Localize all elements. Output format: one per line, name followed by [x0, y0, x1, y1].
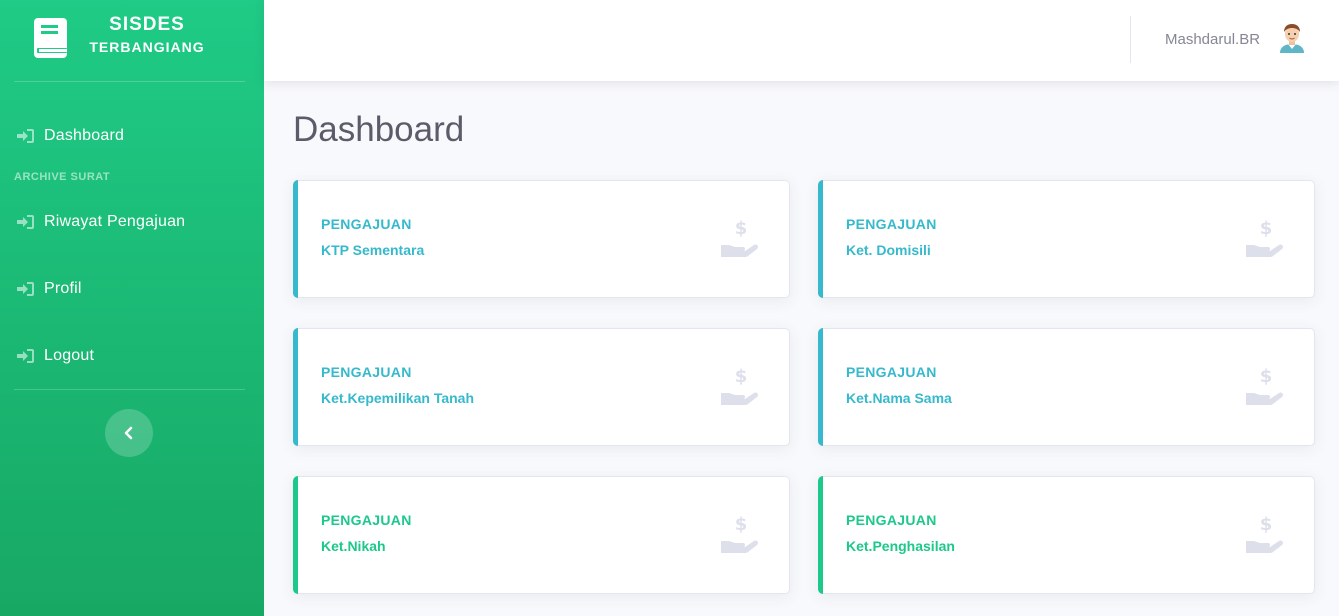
brand-line-2: TERBANGIANG — [89, 39, 205, 55]
card-pengajuan-ket-penghasilan[interactable]: PENGAJUAN Ket.Penghasilan $ — [818, 476, 1315, 594]
card-kicker: PENGAJUAN — [321, 512, 412, 528]
sidebar-item-riwayat-pengajuan[interactable]: Riwayat Pengajuan — [0, 207, 264, 237]
sidebar-item-logout[interactable]: Logout — [0, 341, 264, 371]
sidebar-item-label: Logout — [44, 347, 95, 364]
chevron-left-icon — [124, 426, 133, 440]
card-subject: Ket.Nama Sama — [846, 390, 952, 406]
sidebar-toggle-button[interactable] — [105, 409, 153, 457]
svg-text:$: $ — [1260, 514, 1273, 535]
hand-holding-usd-icon: $ — [721, 514, 758, 553]
card-pengajuan-ktp-sementara[interactable]: PENGAJUAN KTP Sementara $ — [293, 180, 790, 298]
hand-holding-usd-icon: $ — [1246, 514, 1283, 553]
card-subject: Ket.Nikah — [321, 538, 386, 554]
brand-name: SISDES TERBANGIANG — [86, 14, 208, 57]
card-pengajuan-ket-nama-sama[interactable]: PENGAJUAN Ket.Nama Sama $ — [818, 328, 1315, 446]
user-name[interactable]: Mashdarul.BR — [1165, 31, 1260, 48]
brand-line-1: SISDES — [109, 14, 185, 35]
svg-text:$: $ — [1260, 366, 1273, 387]
card-subject: Ket.Penghasilan — [846, 538, 955, 554]
book-icon — [34, 18, 67, 58]
sidebar-item-dashboard[interactable]: Dashboard — [0, 121, 264, 151]
card-subject: Ket.Kepemilikan Tanah — [321, 390, 475, 406]
topbar: Mashdarul.BR — [264, 0, 1339, 81]
card-accent — [818, 180, 823, 298]
user-avatar-icon[interactable] — [1277, 22, 1307, 54]
hand-holding-usd-icon: $ — [721, 218, 758, 257]
sign-in-icon — [17, 129, 34, 143]
sidebar: SISDES TERBANGIANG Dashboard ARCHIVE SUR… — [0, 0, 264, 616]
sign-in-icon — [17, 282, 34, 296]
card-kicker: PENGAJUAN — [846, 216, 937, 232]
card-pengajuan-ket-domisili[interactable]: PENGAJUAN Ket. Domisili $ — [818, 180, 1315, 298]
svg-text:$: $ — [735, 366, 748, 387]
sidebar-item-profil[interactable]: Profil — [0, 274, 264, 304]
sign-in-icon — [17, 215, 34, 229]
sidebar-divider — [14, 81, 245, 82]
hand-holding-usd-icon: $ — [1246, 218, 1283, 257]
sidebar-heading: ARCHIVE SURAT — [14, 171, 111, 183]
sidebar-item-label: Profil — [44, 280, 82, 297]
card-accent — [293, 476, 298, 594]
card-pengajuan-ket-nikah[interactable]: PENGAJUAN Ket.Nikah $ — [293, 476, 790, 594]
card-accent — [293, 180, 298, 298]
card-kicker: PENGAJUAN — [321, 216, 412, 232]
sign-in-icon — [17, 349, 34, 363]
card-subject: Ket. Domisili — [846, 242, 931, 258]
card-kicker: PENGAJUAN — [846, 364, 937, 380]
hand-holding-usd-icon: $ — [1246, 366, 1283, 405]
hand-holding-usd-icon: $ — [721, 366, 758, 405]
svg-text:$: $ — [735, 514, 748, 535]
sidebar-item-label: Dashboard — [44, 127, 125, 144]
card-subject: KTP Sementara — [321, 242, 425, 258]
svg-text:$: $ — [1260, 218, 1273, 239]
page-title: Dashboard — [293, 110, 465, 149]
card-accent — [818, 328, 823, 446]
svg-text:$: $ — [735, 218, 748, 239]
topbar-divider — [1130, 16, 1131, 63]
brand[interactable]: SISDES TERBANGIANG — [0, 0, 264, 81]
card-accent — [818, 476, 823, 594]
sidebar-item-label: Riwayat Pengajuan — [44, 213, 186, 230]
card-kicker: PENGAJUAN — [321, 364, 412, 380]
card-accent — [293, 328, 298, 446]
card-kicker: PENGAJUAN — [846, 512, 937, 528]
card-pengajuan-ket-kepemilikan-tanah[interactable]: PENGAJUAN Ket.Kepemilikan Tanah $ — [293, 328, 790, 446]
sidebar-divider — [14, 389, 245, 390]
